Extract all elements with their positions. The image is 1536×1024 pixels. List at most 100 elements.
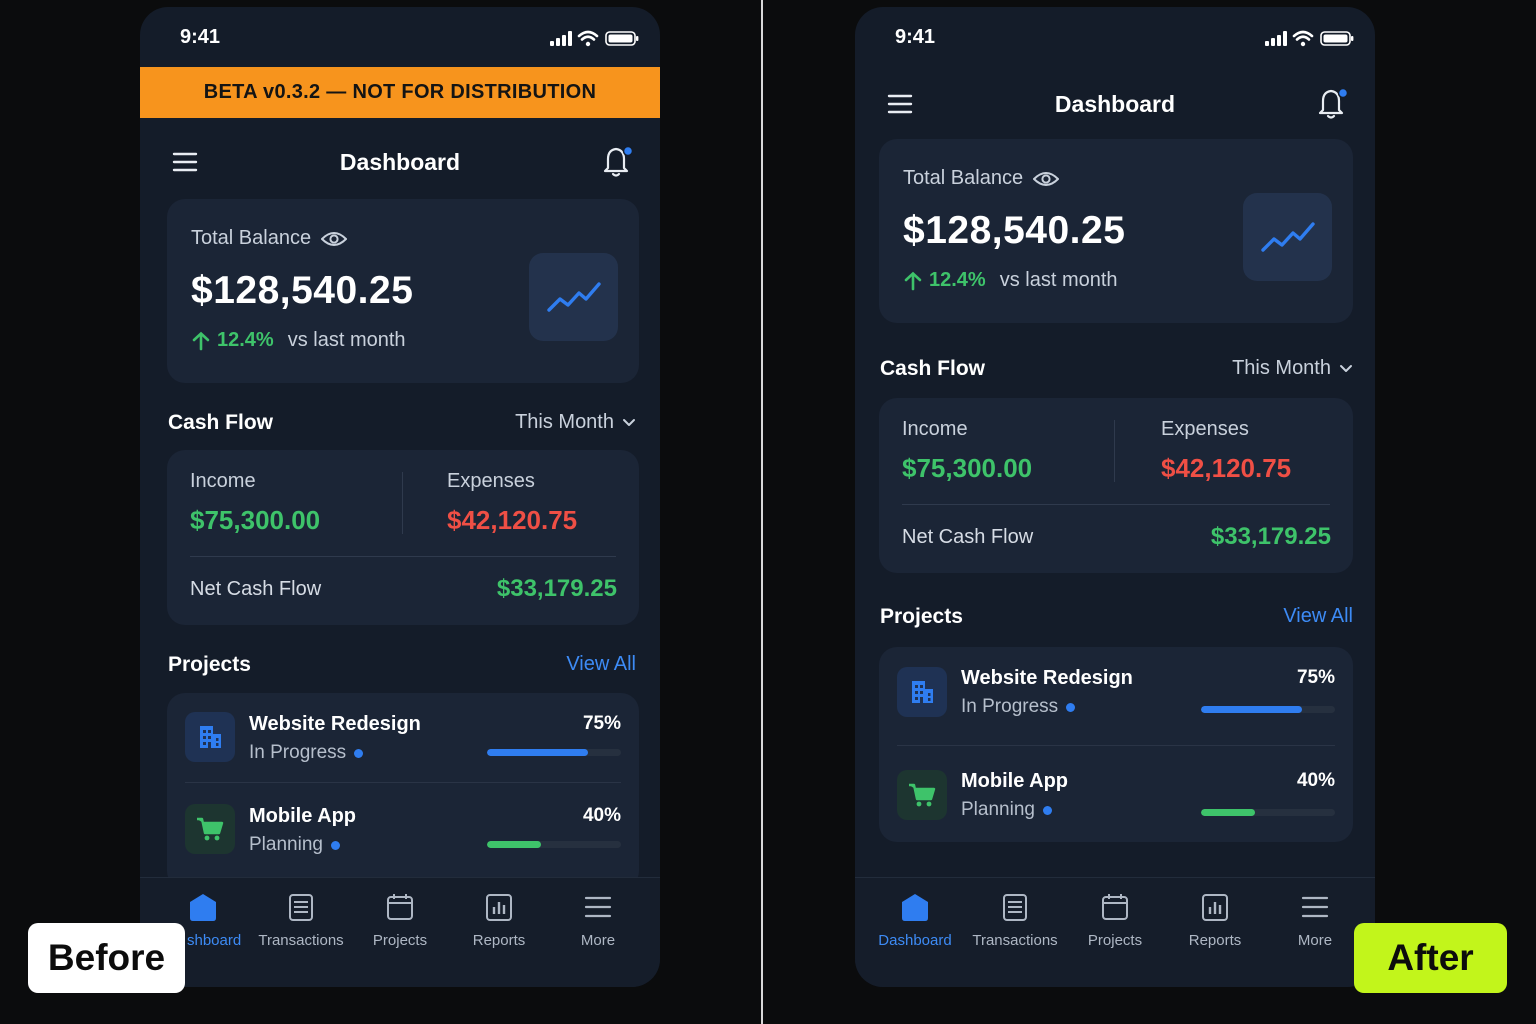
arrow-up-icon	[904, 271, 922, 290]
cart-icon	[909, 783, 936, 807]
reports-icon	[1202, 894, 1228, 921]
project-divider	[897, 745, 1335, 746]
projects-card: Website Redesign In Progress 75% Mobile …	[167, 693, 639, 889]
eye-icon[interactable]	[321, 230, 348, 248]
balance-change: 12.4% vs last month	[191, 329, 406, 352]
nav-item-more[interactable]: More	[548, 892, 648, 949]
nav-label: More	[580, 932, 616, 949]
wifi-icon	[1292, 30, 1314, 41]
bottom-nav: Dashboard Transactions Projects Reports …	[855, 877, 1375, 987]
nav-item-dashboard[interactable]: Dashboard	[865, 892, 965, 949]
projects-title: Projects	[880, 605, 963, 628]
change-text: vs last month	[287, 329, 406, 351]
view-all-link[interactable]: View All	[1283, 605, 1353, 628]
project-name: Website Redesign	[249, 713, 421, 735]
view-all-link[interactable]: View All	[566, 653, 636, 676]
nav-item-projects[interactable]: Projects	[350, 892, 450, 949]
progress-bar	[1201, 809, 1335, 816]
nav-label: Reports	[472, 932, 526, 949]
bell-icon[interactable]	[602, 143, 634, 179]
project-item[interactable]: Website Redesign In Progress 75%	[185, 693, 621, 783]
battery-icon	[1320, 31, 1354, 46]
project-percent: 40%	[582, 805, 621, 826]
bottom-nav: shboard Transactions Projects Reports Mo…	[140, 877, 660, 987]
nav-label: shboard	[187, 932, 242, 949]
transactions-icon	[1003, 894, 1027, 921]
eye-icon[interactable]	[1033, 170, 1060, 188]
more-icon	[1301, 896, 1329, 918]
income-label: Income	[902, 418, 968, 440]
change-percent: 12.4%	[217, 329, 274, 351]
building-icon	[200, 726, 221, 748]
projects-icon	[1102, 894, 1128, 920]
expenses-label: Expenses	[447, 470, 535, 492]
nav-item-reports[interactable]: Reports	[449, 892, 549, 949]
phone-after: 9:41 Dashboard Total Balance $128,540.25…	[855, 7, 1375, 987]
cellular-signal-icon	[550, 31, 572, 46]
arrow-up-icon	[192, 331, 210, 350]
project-item[interactable]: Mobile App Planning 40%	[185, 785, 621, 875]
expenses-value: $42,120.75	[1161, 453, 1292, 483]
projects-header: Projects View All	[168, 653, 636, 683]
expenses-value: $42,120.75	[447, 505, 578, 535]
header: Dashboard	[140, 133, 660, 193]
progress-fill	[1201, 706, 1302, 713]
status-icons	[550, 30, 639, 47]
trend-tile	[1243, 193, 1332, 281]
reports-icon	[486, 894, 512, 921]
battery-icon	[605, 31, 639, 46]
cash-flow-title: Cash Flow	[168, 411, 274, 434]
bell-icon[interactable]	[1317, 85, 1349, 121]
income-value: $75,300.00	[902, 453, 1033, 483]
nav-item-transactions[interactable]: Transactions	[965, 892, 1065, 949]
status-time: 9:41	[895, 26, 936, 48]
project-percent: 40%	[1296, 770, 1335, 791]
change-percent: 12.4%	[929, 269, 986, 291]
income-block: Income $75,300.00	[902, 418, 1032, 484]
status-time: 9:41	[180, 26, 221, 48]
progress-fill	[1201, 809, 1255, 816]
chevron-down-icon	[1340, 364, 1352, 372]
net-cash-flow-value: $33,179.25	[496, 575, 617, 602]
project-name: Mobile App	[249, 805, 357, 827]
cash-flow-header: Cash Flow This Month	[880, 357, 1353, 387]
nav-label: Dashboard	[878, 932, 952, 949]
expenses-block: Expenses $42,120.75	[447, 470, 577, 536]
home-icon	[190, 894, 216, 921]
project-name: Website Redesign	[961, 667, 1133, 689]
net-cash-flow-value: $33,179.25	[1210, 523, 1331, 550]
project-status: Planning	[249, 834, 323, 855]
nav-label: More	[1297, 932, 1333, 949]
chevron-down-icon	[623, 418, 635, 426]
notification-dot	[622, 145, 634, 157]
period-dropdown[interactable]: This Month	[1232, 357, 1353, 380]
comparison-divider	[761, 0, 763, 1024]
progress-fill	[487, 841, 541, 848]
nav-item-more[interactable]: More	[1265, 892, 1365, 949]
nav-item-transactions[interactable]: Transactions	[251, 892, 351, 949]
projects-icon	[387, 894, 413, 920]
progress-bar	[487, 841, 621, 848]
notification-dot	[1337, 87, 1349, 99]
project-divider	[185, 782, 621, 783]
project-item[interactable]: Website Redesign In Progress 75%	[897, 647, 1335, 737]
beta-banner: BETA v0.3.2 — NOT FOR DISTRIBUTION	[140, 67, 660, 118]
balance-amount: $128,540.25	[191, 269, 414, 312]
trend-chart-icon	[546, 282, 601, 312]
balance-card: Total Balance $128,540.25 12.4% vs last …	[167, 199, 639, 383]
project-item[interactable]: Mobile App Planning 40%	[897, 750, 1335, 840]
period-dropdown[interactable]: This Month	[515, 411, 636, 434]
nav-label: Projects	[372, 932, 428, 949]
cash-flow-card: Income $75,300.00 Expenses $42,120.75 Ne…	[879, 398, 1353, 573]
net-cash-flow-label: Net Cash Flow	[902, 526, 1034, 548]
progress-bar	[1201, 706, 1335, 713]
nav-item-projects[interactable]: Projects	[1065, 892, 1165, 949]
balance-change: 12.4% vs last month	[903, 269, 1118, 292]
nav-label: Transactions	[972, 932, 1058, 949]
nav-label: Transactions	[258, 932, 344, 949]
progress-fill	[487, 749, 588, 756]
balance-label: Total Balance	[191, 227, 312, 249]
period-label: This Month	[515, 411, 614, 433]
nav-item-reports[interactable]: Reports	[1165, 892, 1265, 949]
projects-title: Projects	[168, 653, 251, 676]
